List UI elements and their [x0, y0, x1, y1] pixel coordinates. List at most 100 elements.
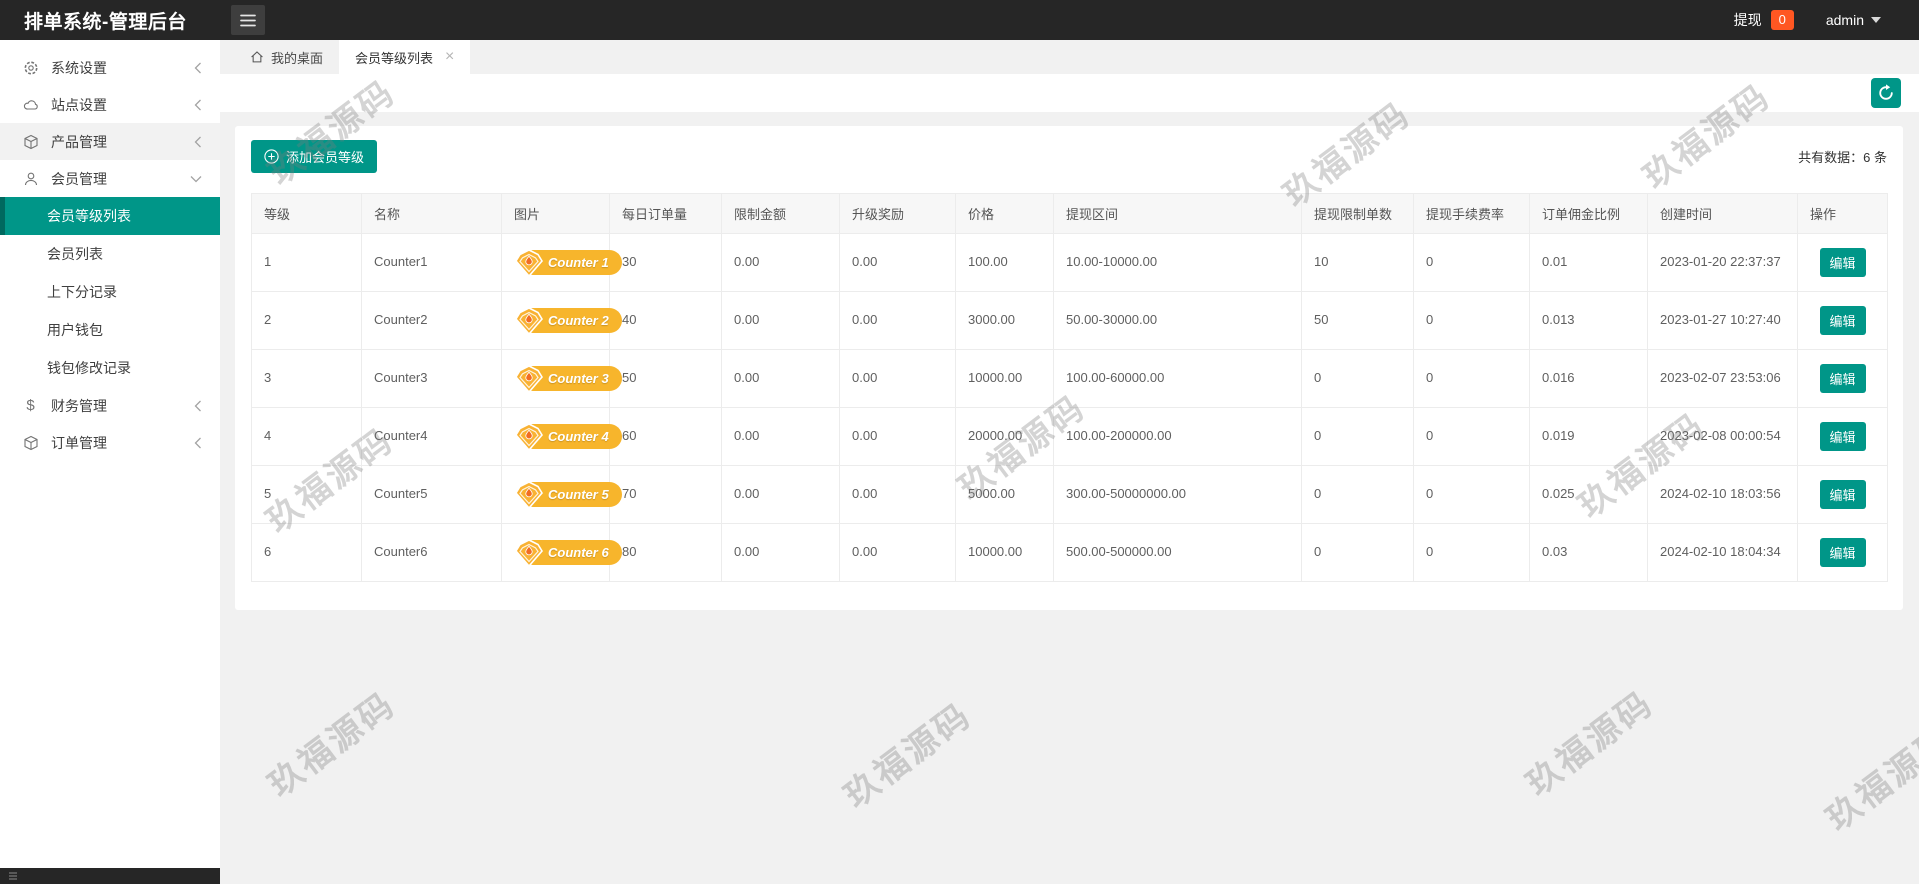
sidebar-item-wallet-change-record[interactable]: 钱包修改记录	[0, 349, 220, 387]
cell-withdraw_fee_rate: 0	[1414, 234, 1530, 292]
cell-price: 10000.00	[956, 524, 1054, 582]
cell-badge: Counter 5	[502, 466, 610, 524]
cell-action: 编辑	[1798, 408, 1888, 466]
sidebar-item-label: 会员管理	[51, 169, 190, 189]
sidebar-item-order-management[interactable]: 订单管理	[0, 424, 220, 461]
cell-level: 3	[252, 350, 362, 408]
sidebar-item-member-management[interactable]: 会员管理	[0, 160, 220, 197]
cell-action: 编辑	[1798, 350, 1888, 408]
badge-crest-icon	[514, 364, 544, 394]
cell-level: 5	[252, 466, 362, 524]
cell-order_commission_rate: 0.013	[1530, 292, 1648, 350]
sidebar-item-label: 系统设置	[51, 58, 194, 78]
card-toolbar: 添加会员等级 共有数据：6 条	[251, 140, 1887, 173]
close-icon[interactable]: ×	[445, 49, 454, 65]
cell-withdraw_range: 100.00-60000.00	[1054, 350, 1302, 408]
table-row: 5Counter5Counter 5700.000.005000.00300.0…	[252, 466, 1888, 524]
table-row: 4Counter4Counter 4600.000.0020000.00100.…	[252, 408, 1888, 466]
sidebar-item-label: 财务管理	[51, 396, 194, 416]
cell-daily_orders: 40	[610, 292, 722, 350]
edit-button[interactable]: 编辑	[1820, 248, 1866, 277]
member-submenu: 会员等级列表 会员列表 上下分记录 用户钱包 钱包修改记录	[0, 197, 220, 387]
cell-withdraw_limit_orders: 0	[1302, 466, 1414, 524]
cell-daily_orders: 70	[610, 466, 722, 524]
edit-button[interactable]: 编辑	[1820, 306, 1866, 335]
add-level-button[interactable]: 添加会员等级	[251, 140, 377, 173]
tab-label: 我的桌面	[271, 48, 323, 67]
sidebar-footer[interactable]	[0, 868, 220, 884]
refresh-button[interactable]	[1871, 78, 1901, 108]
sidebar-item-label: 上下分记录	[47, 282, 117, 302]
table-row: 6Counter6Counter 6800.000.0010000.00500.…	[252, 524, 1888, 582]
edit-button[interactable]: 编辑	[1820, 364, 1866, 393]
column-header-order_commission_rate: 订单佣金比例	[1530, 194, 1648, 234]
cell-upgrade_reward: 0.00	[840, 466, 956, 524]
column-header-withdraw_range: 提现区间	[1054, 194, 1302, 234]
cell-withdraw_range: 10.00-10000.00	[1054, 234, 1302, 292]
cell-order_commission_rate: 0.025	[1530, 466, 1648, 524]
table-row: 3Counter3Counter 3500.000.0010000.00100.…	[252, 350, 1888, 408]
user-menu[interactable]: admin	[1826, 12, 1881, 28]
sidebar-item-points-record[interactable]: 上下分记录	[0, 273, 220, 311]
cell-withdraw_limit_orders: 10	[1302, 234, 1414, 292]
cell-name: Counter6	[362, 524, 502, 582]
sidebar-item-site-settings[interactable]: 站点设置	[0, 86, 220, 123]
column-header-badge: 图片	[502, 194, 610, 234]
cell-order_commission_rate: 0.03	[1530, 524, 1648, 582]
tab-member-level-list[interactable]: 会员等级列表 ×	[339, 40, 470, 74]
watermark-text: 玖福源码	[1814, 712, 1919, 840]
sidebar-item-member-level-list[interactable]: 会员等级列表	[0, 197, 220, 235]
cell-limit_amount: 0.00	[722, 234, 840, 292]
cell-order_commission_rate: 0.016	[1530, 350, 1648, 408]
sidebar-item-member-list[interactable]: 会员列表	[0, 235, 220, 273]
cube-icon	[22, 434, 39, 451]
toolbar	[220, 74, 1919, 112]
cell-daily_orders: 50	[610, 350, 722, 408]
cell-daily_orders: 30	[610, 234, 722, 292]
withdraw-menu[interactable]: 提现 0	[1734, 10, 1794, 30]
withdraw-count-badge: 0	[1771, 10, 1794, 30]
sidebar: 系统设置 站点设置 产品管理 会员管理 会员等级列表	[0, 40, 220, 884]
table-row: 1Counter1Counter 1300.000.00100.0010.00-…	[252, 234, 1888, 292]
cloud-icon	[22, 96, 39, 113]
cell-price: 20000.00	[956, 408, 1054, 466]
edit-button[interactable]: 编辑	[1820, 538, 1866, 567]
badge-crest-icon	[514, 480, 544, 510]
cell-action: 编辑	[1798, 292, 1888, 350]
sidebar-item-user-wallet[interactable]: 用户钱包	[0, 311, 220, 349]
cell-action: 编辑	[1798, 524, 1888, 582]
username: admin	[1826, 12, 1864, 28]
cell-name: Counter2	[362, 292, 502, 350]
column-header-name: 名称	[362, 194, 502, 234]
sidebar-menu: 系统设置 站点设置 产品管理 会员管理 会员等级列表	[0, 40, 220, 461]
cell-withdraw_limit_orders: 50	[1302, 292, 1414, 350]
cell-order_commission_rate: 0.01	[1530, 234, 1648, 292]
column-header-price: 价格	[956, 194, 1054, 234]
caret-down-icon	[1871, 17, 1881, 23]
sidebar-toggle-button[interactable]	[231, 5, 265, 35]
cell-withdraw_limit_orders: 0	[1302, 350, 1414, 408]
cell-withdraw_range: 300.00-50000000.00	[1054, 466, 1302, 524]
cell-level: 1	[252, 234, 362, 292]
edit-button[interactable]: 编辑	[1820, 422, 1866, 451]
cell-badge: Counter 2	[502, 292, 610, 350]
sidebar-item-system-settings[interactable]: 系统设置	[0, 49, 220, 86]
edit-button[interactable]: 编辑	[1820, 480, 1866, 509]
column-header-created_at: 创建时间	[1648, 194, 1798, 234]
sidebar-item-label: 会员等级列表	[47, 206, 131, 226]
cell-created_at: 2024-02-10 18:03:56	[1648, 466, 1798, 524]
badge-crest-icon	[514, 422, 544, 452]
chevron-down-icon	[190, 175, 202, 183]
cell-price: 10000.00	[956, 350, 1054, 408]
sidebar-item-label: 用户钱包	[47, 320, 103, 340]
cell-badge: Counter 4	[502, 408, 610, 466]
sidebar-item-product-management[interactable]: 产品管理	[0, 123, 220, 160]
badge-crest-icon	[514, 248, 544, 278]
sidebar-item-finance-management[interactable]: $ 财务管理	[0, 387, 220, 424]
tab-desktop[interactable]: 我的桌面	[234, 40, 339, 74]
cell-price: 3000.00	[956, 292, 1054, 350]
chevron-left-icon	[194, 62, 202, 74]
content-card: 添加会员等级 共有数据：6 条 等级名称图片每日订单量限制金额升级奖励价格提现区…	[235, 126, 1903, 610]
badge-crest-icon	[514, 306, 544, 336]
home-icon	[250, 50, 264, 64]
